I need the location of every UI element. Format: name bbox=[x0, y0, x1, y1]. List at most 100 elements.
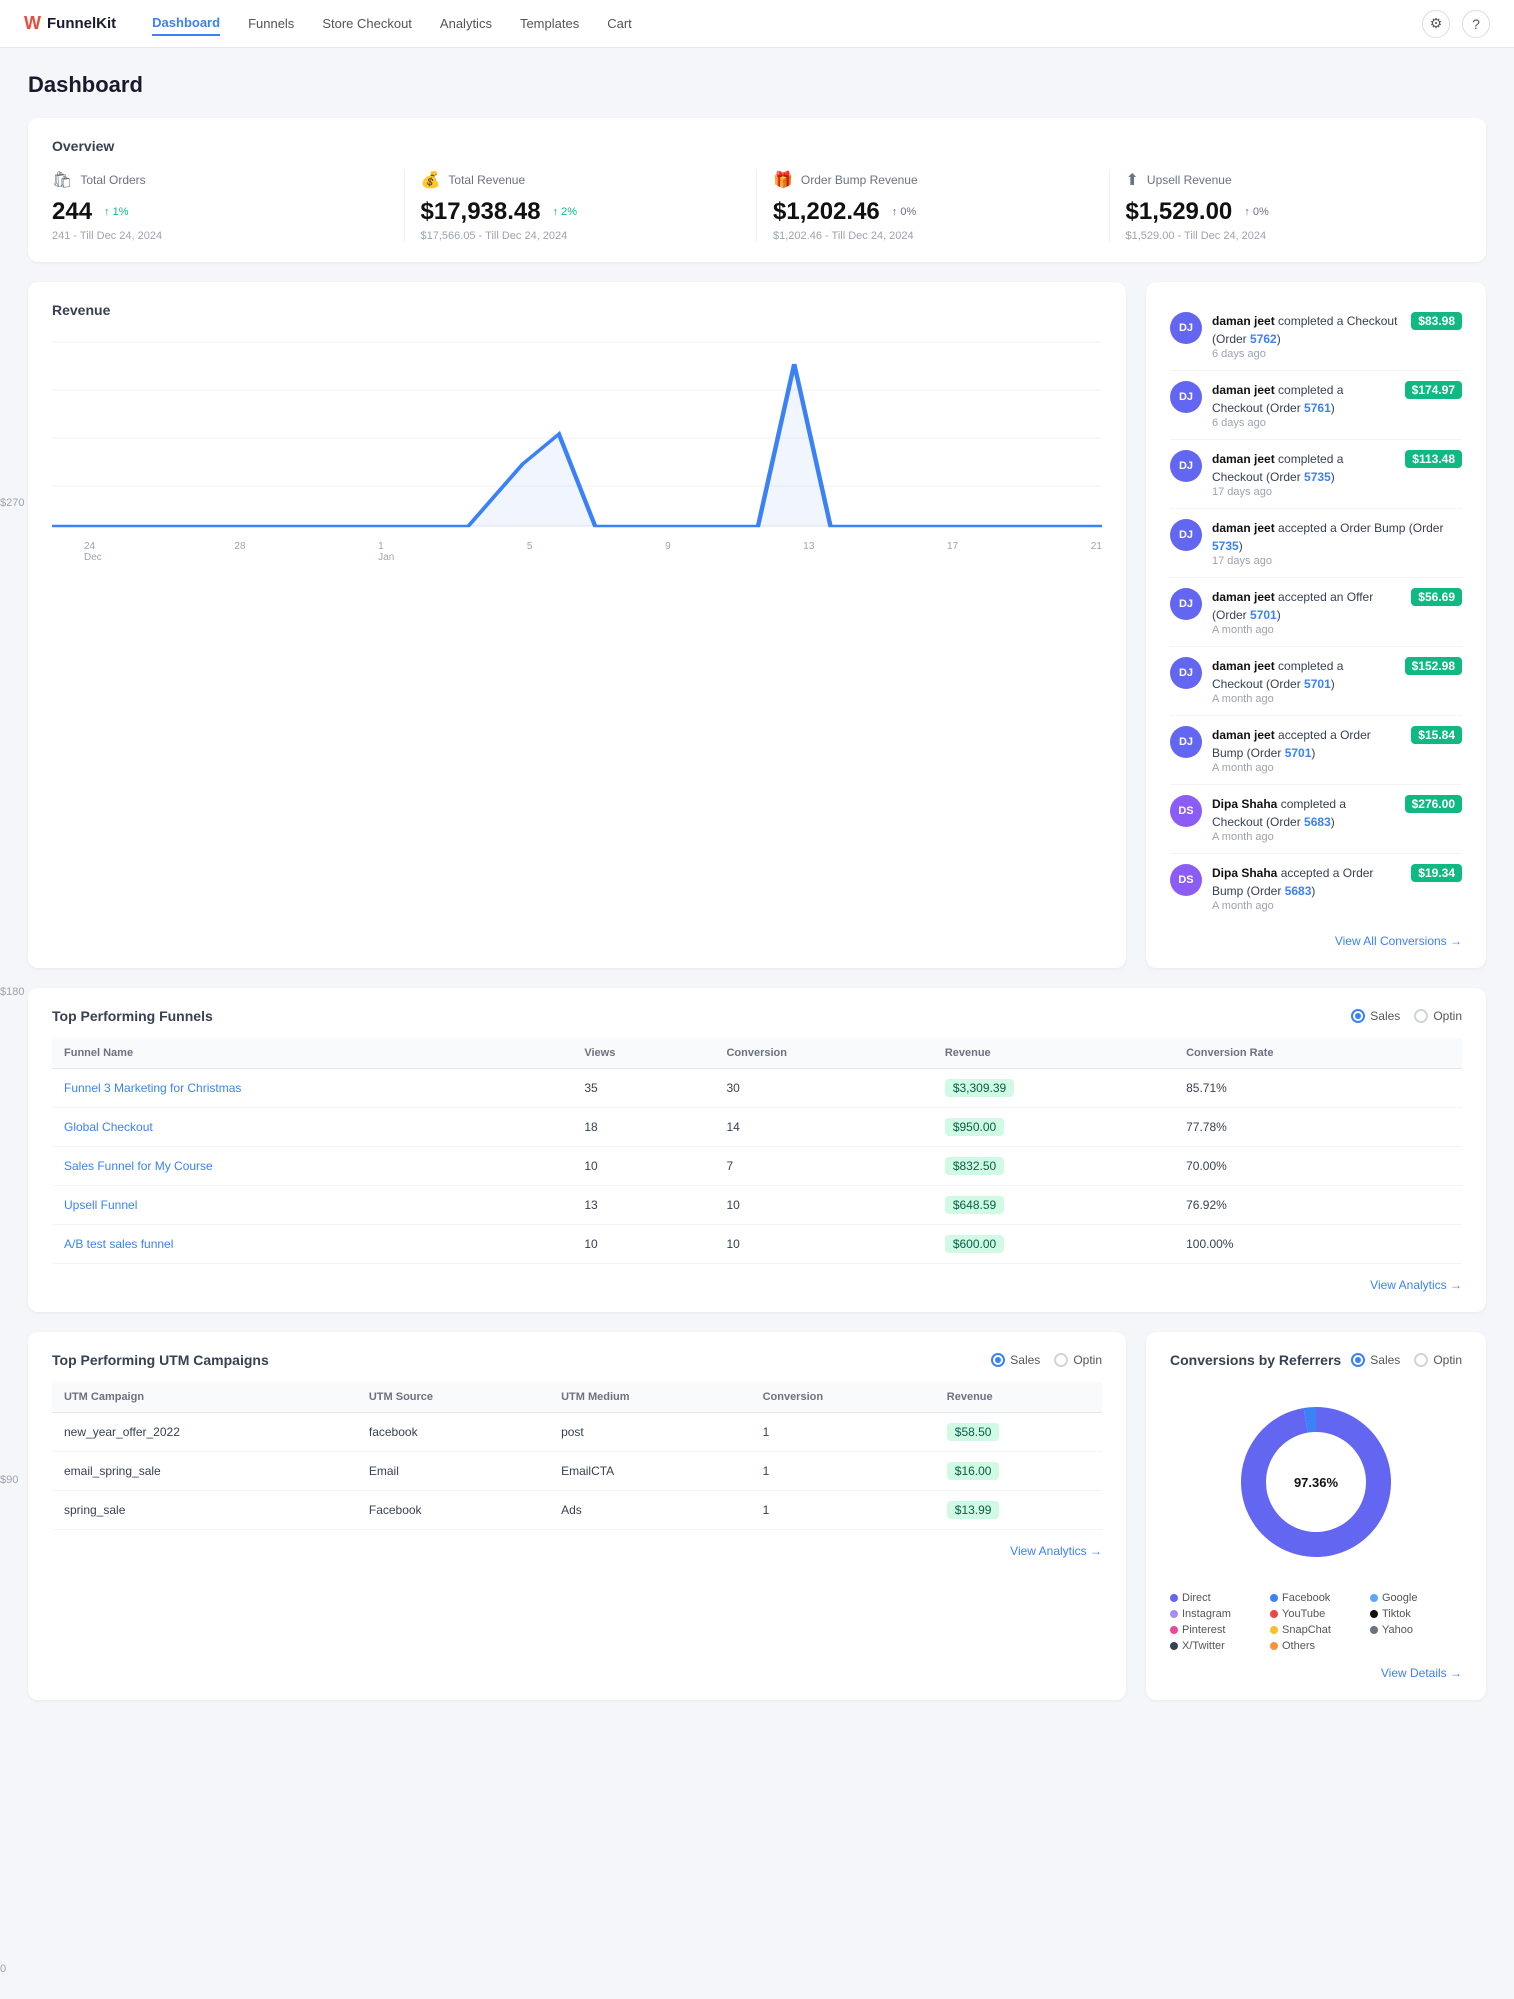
radio-sales[interactable]: Sales bbox=[1351, 1009, 1400, 1023]
table-row: Sales Funnel for My Course 10 7 $832.50 … bbox=[52, 1147, 1462, 1186]
table-row: new_year_offer_2022 facebook post 1 $58.… bbox=[52, 1413, 1102, 1452]
utm-radio-optin[interactable]: Optin bbox=[1054, 1353, 1102, 1367]
card-badge-2: ↑ 0% bbox=[892, 206, 916, 218]
nav-store-checkout[interactable]: Store Checkout bbox=[322, 12, 412, 35]
nav-analytics[interactable]: Analytics bbox=[440, 12, 492, 35]
activity-time: 17 days ago bbox=[1212, 486, 1395, 498]
table-row: email_spring_sale Email EmailCTA 1 $16.0… bbox=[52, 1452, 1102, 1491]
chart-x-labels: 24Dec 28 1Jan 5 9 13 17 21 bbox=[52, 541, 1102, 563]
avatar: DJ bbox=[1170, 588, 1202, 620]
funnel-revenue: $832.50 bbox=[945, 1157, 1004, 1175]
funnel-revenue: $950.00 bbox=[945, 1118, 1004, 1136]
funnel-link[interactable]: A/B test sales funnel bbox=[64, 1237, 173, 1251]
ref-radio-optin[interactable]: Optin bbox=[1414, 1353, 1462, 1367]
view-analytics-link-funnels[interactable]: View Analytics → bbox=[52, 1278, 1462, 1292]
card-header-1: 💰 Total Revenue bbox=[421, 170, 741, 190]
avatar: DS bbox=[1170, 864, 1202, 896]
order-link[interactable]: 5683 bbox=[1285, 884, 1312, 898]
order-link[interactable]: 5683 bbox=[1304, 815, 1331, 829]
utm-header: Top Performing UTM Campaigns Sales Optin bbox=[52, 1352, 1102, 1368]
legend-label: X/Twitter bbox=[1182, 1640, 1225, 1652]
view-all-conversions-link[interactable]: View All Conversions → bbox=[1170, 934, 1462, 948]
pie-chart-svg: 97.36% bbox=[1216, 1382, 1416, 1582]
legend-item: SnapChat bbox=[1270, 1624, 1362, 1636]
page-content: Dashboard Overview 🛍 Total Orders 244 ↑ … bbox=[0, 48, 1514, 1724]
nav-cart[interactable]: Cart bbox=[607, 12, 632, 35]
funnel-revenue: $3,309.39 bbox=[945, 1079, 1014, 1097]
order-link[interactable]: 5735 bbox=[1212, 539, 1239, 553]
legend-dot bbox=[1370, 1594, 1378, 1602]
overview-card-0: 🛍 Total Orders 244 ↑ 1% 241 - Till Dec 2… bbox=[52, 170, 405, 242]
legend-label: Others bbox=[1282, 1640, 1315, 1652]
funnel-link[interactable]: Global Checkout bbox=[64, 1120, 153, 1134]
nav-templates[interactable]: Templates bbox=[520, 12, 579, 35]
view-details-link[interactable]: View Details → bbox=[1170, 1666, 1462, 1680]
funnel-link[interactable]: Upsell Funnel bbox=[64, 1198, 137, 1212]
top-funnels-label: Top Performing Funnels bbox=[52, 1008, 213, 1024]
referrers-header: Conversions by Referrers Sales Optin bbox=[1170, 1352, 1462, 1368]
activity-time: A month ago bbox=[1212, 624, 1401, 636]
legend-dot bbox=[1370, 1610, 1378, 1618]
activity-time: A month ago bbox=[1212, 900, 1401, 912]
revenue-label: Revenue bbox=[52, 302, 1102, 318]
order-link[interactable]: 5701 bbox=[1304, 677, 1331, 691]
th-funnel-name: Funnel Name bbox=[52, 1038, 572, 1069]
pie-container: 97.36% DirectFacebookGoogleInstagramYouT… bbox=[1170, 1382, 1462, 1652]
th-utm-revenue: Revenue bbox=[935, 1382, 1102, 1413]
legend-item: Yahoo bbox=[1370, 1624, 1462, 1636]
order-link[interactable]: 5735 bbox=[1304, 470, 1331, 484]
utm-revenue: $13.99 bbox=[947, 1501, 1000, 1519]
legend-label: Pinterest bbox=[1182, 1624, 1225, 1636]
legend-label: Google bbox=[1382, 1592, 1417, 1604]
order-link[interactable]: 5701 bbox=[1250, 608, 1277, 622]
card-icon-3: ⬆ bbox=[1126, 170, 1139, 190]
help-button[interactable]: ? bbox=[1462, 10, 1490, 38]
activity-item: DJ daman jeet accepted an Offer (Order 5… bbox=[1170, 578, 1462, 647]
utm-radio-sales-circle bbox=[991, 1353, 1005, 1367]
legend-label: Instagram bbox=[1182, 1608, 1231, 1620]
activity-time: A month ago bbox=[1212, 831, 1395, 843]
th-utm-source: UTM Source bbox=[357, 1382, 549, 1413]
utm-radio-sales[interactable]: Sales bbox=[991, 1353, 1040, 1367]
card-value-3: $1,529.00 bbox=[1126, 198, 1233, 226]
radio-optin-circle bbox=[1414, 1009, 1428, 1023]
card-icon-2: 🎁 bbox=[773, 170, 793, 190]
activity-text: daman jeet accepted an Offer (Order 5701… bbox=[1212, 588, 1401, 624]
activity-time: 6 days ago bbox=[1212, 348, 1401, 360]
activity-item: DS Dipa Shaha completed a Checkout (Orde… bbox=[1170, 785, 1462, 854]
utm-thead-row: UTM Campaign UTM Source UTM Medium Conve… bbox=[52, 1382, 1102, 1413]
view-analytics-link-utm[interactable]: View Analytics → bbox=[52, 1544, 1102, 1558]
ref-radio-sales[interactable]: Sales bbox=[1351, 1353, 1400, 1367]
order-link[interactable]: 5701 bbox=[1285, 746, 1312, 760]
order-link[interactable]: 5762 bbox=[1250, 332, 1277, 346]
legend-dot bbox=[1270, 1626, 1278, 1634]
logo: W FunnelKit bbox=[24, 13, 116, 34]
legend-item: Others bbox=[1270, 1640, 1362, 1652]
top-funnels-thead-row: Funnel Name Views Conversion Revenue Con… bbox=[52, 1038, 1462, 1069]
funnel-revenue: $600.00 bbox=[945, 1235, 1004, 1253]
card-sub-1: $17,566.05 - Till Dec 24, 2024 bbox=[421, 230, 741, 242]
settings-button[interactable]: ⚙ bbox=[1422, 10, 1450, 38]
referrers-label: Conversions by Referrers bbox=[1170, 1352, 1341, 1368]
radio-optin[interactable]: Optin bbox=[1414, 1009, 1462, 1023]
nav-dashboard[interactable]: Dashboard bbox=[152, 11, 220, 36]
top-funnels-radio-group: Sales Optin bbox=[1351, 1009, 1462, 1023]
legend-dot bbox=[1170, 1594, 1178, 1602]
logo-text: FunnelKit bbox=[47, 15, 116, 32]
table-row: Global Checkout 18 14 $950.00 77.78% bbox=[52, 1108, 1462, 1147]
nav-funnels[interactable]: Funnels bbox=[248, 12, 294, 35]
legend-dot bbox=[1270, 1610, 1278, 1618]
legend-dot bbox=[1170, 1642, 1178, 1650]
activity-feed: DJ daman jeet completed a Checkout (Orde… bbox=[1170, 302, 1462, 922]
activity-item: DJ daman jeet completed a Checkout (Orde… bbox=[1170, 440, 1462, 509]
funnel-link[interactable]: Funnel 3 Marketing for Christmas bbox=[64, 1081, 241, 1095]
activity-text: daman jeet accepted a Order Bump (Order … bbox=[1212, 726, 1401, 762]
avatar: DS bbox=[1170, 795, 1202, 827]
funnel-link[interactable]: Sales Funnel for My Course bbox=[64, 1159, 213, 1173]
utm-panel: Top Performing UTM Campaigns Sales Optin… bbox=[28, 1332, 1126, 1700]
activity-text: daman jeet accepted a Order Bump (Order … bbox=[1212, 519, 1462, 555]
activity-amount: $56.69 bbox=[1411, 588, 1462, 606]
th-utm-campaign: UTM Campaign bbox=[52, 1382, 357, 1413]
activity-item: DJ daman jeet accepted a Order Bump (Ord… bbox=[1170, 509, 1462, 578]
order-link[interactable]: 5761 bbox=[1304, 401, 1331, 415]
